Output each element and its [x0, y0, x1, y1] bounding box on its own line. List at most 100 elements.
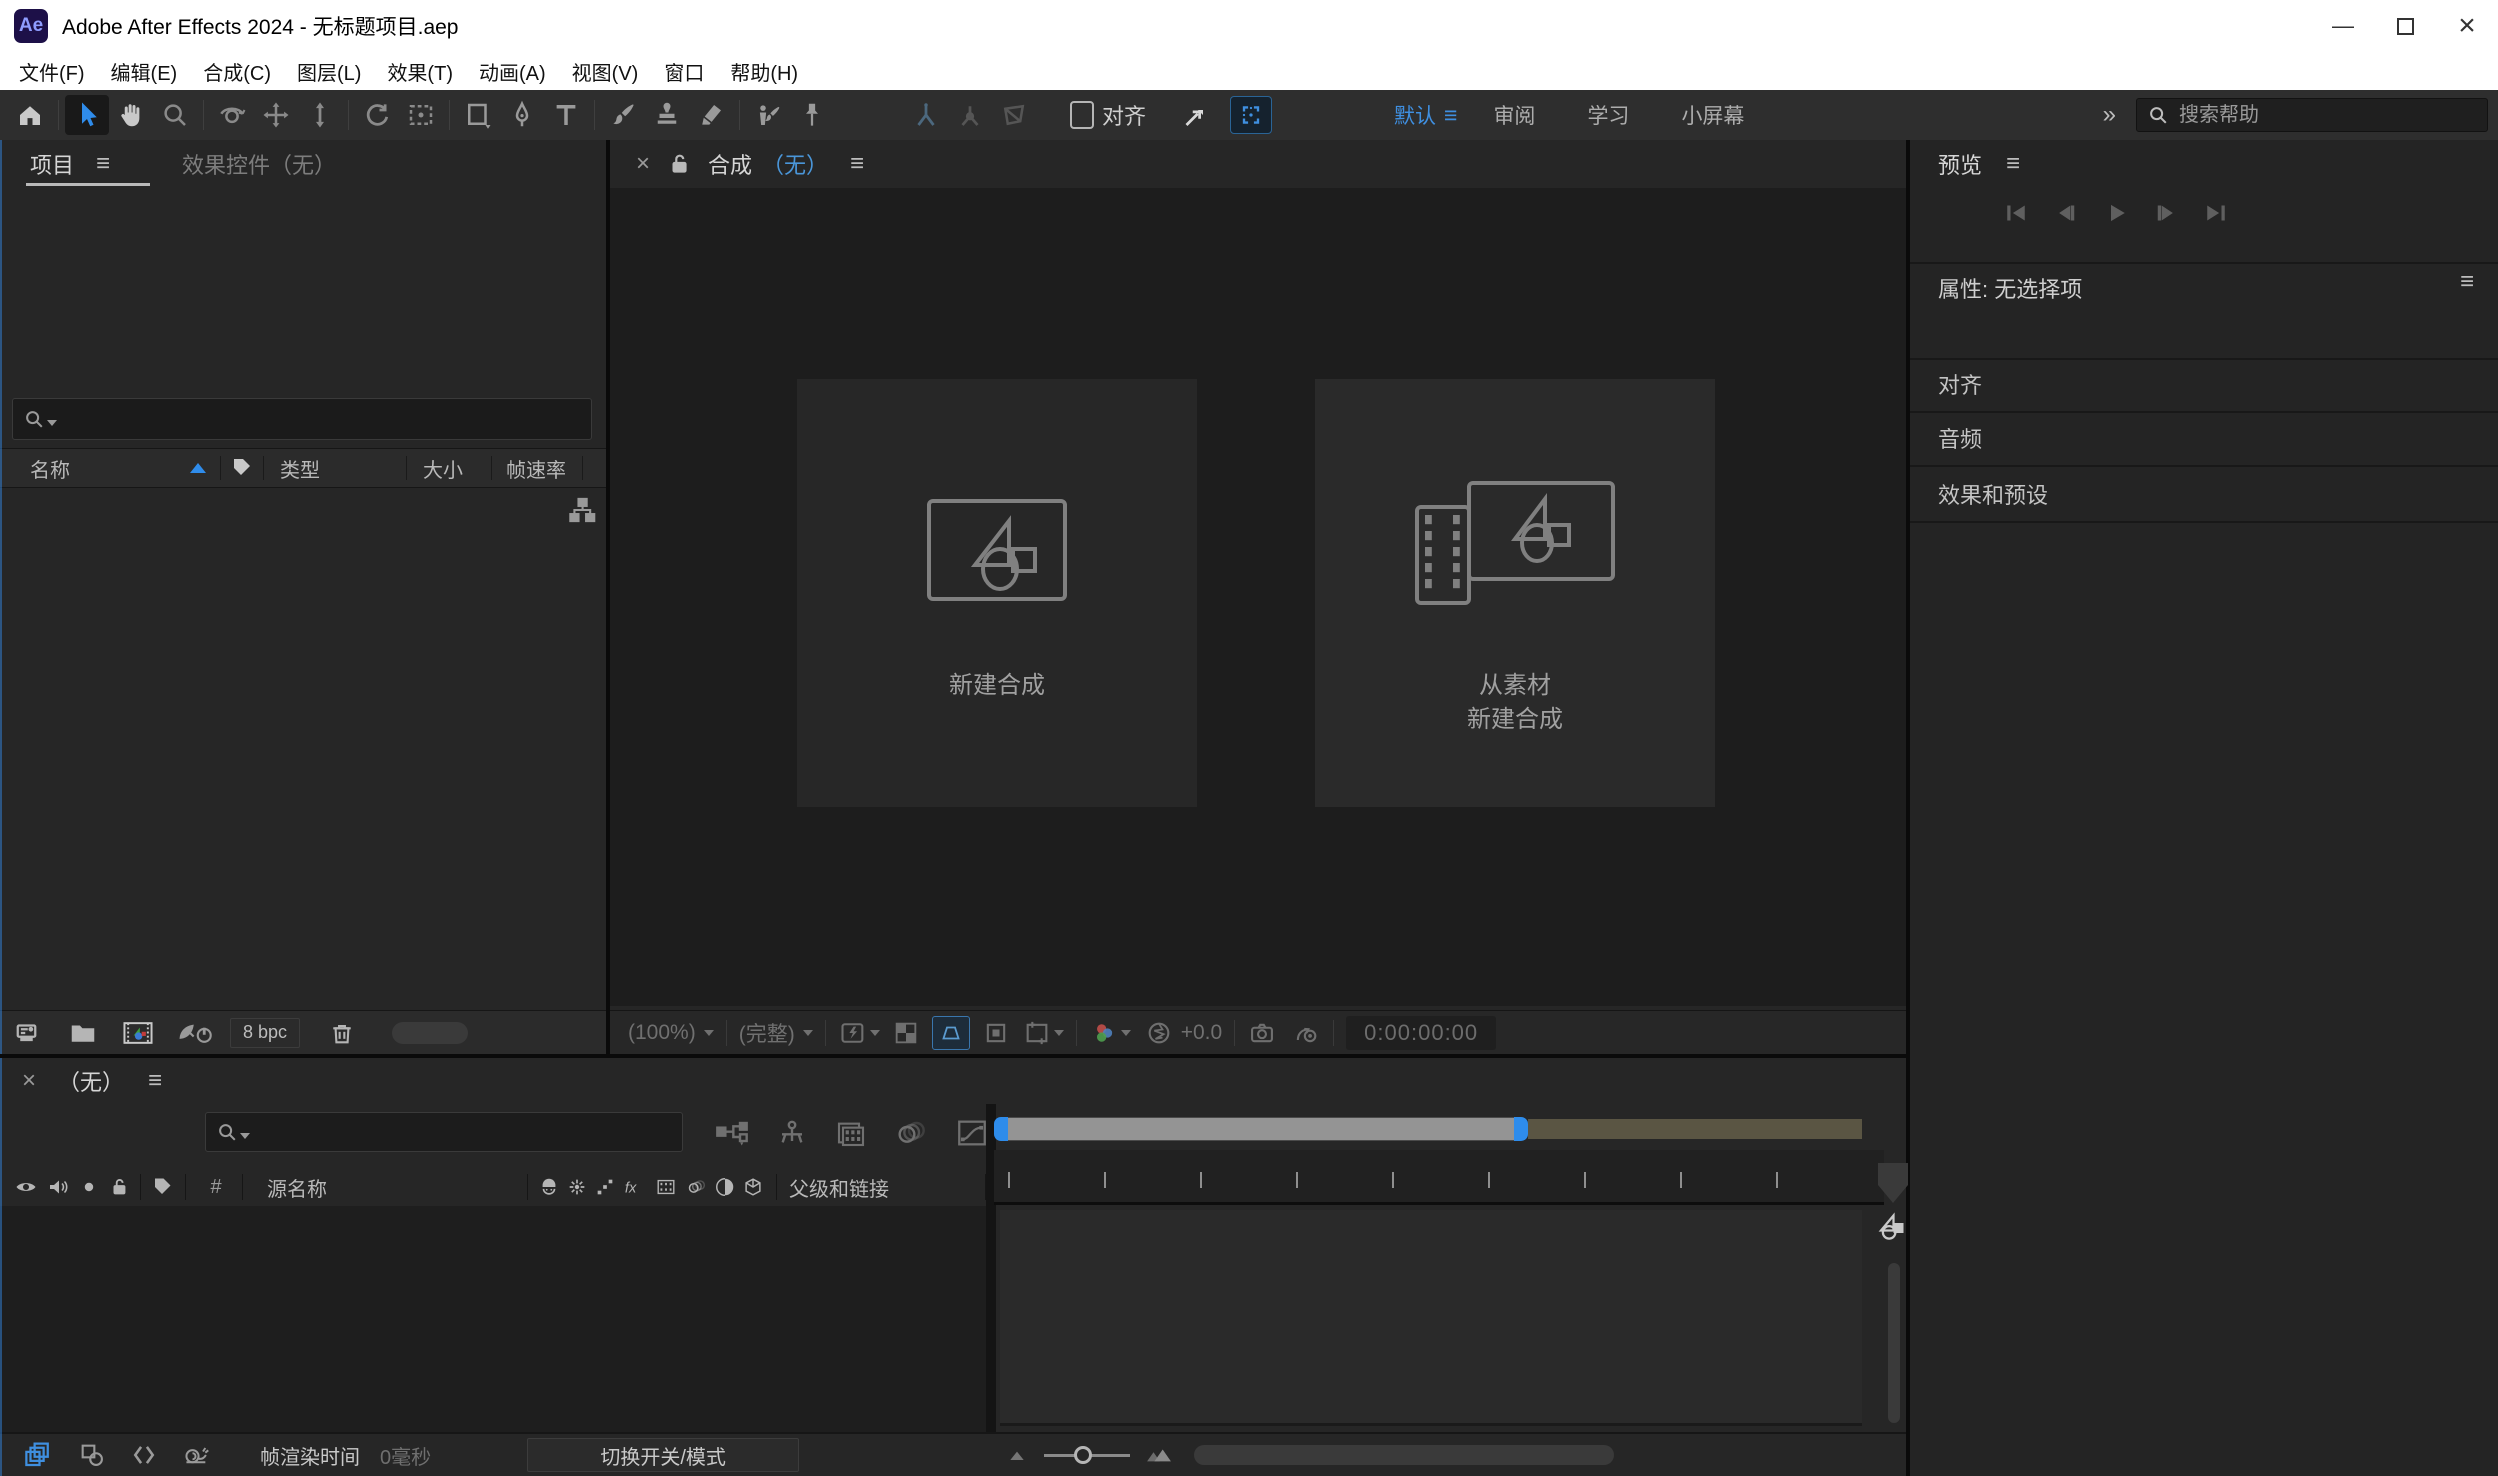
adjustment-layer-icon[interactable]	[714, 1176, 736, 1198]
pen-tool-button[interactable]	[500, 95, 544, 135]
region-of-interest-button[interactable]	[982, 1019, 1010, 1047]
mask-visibility-button[interactable]	[932, 1016, 970, 1050]
zoom-out-mountain-icon[interactable]	[1006, 1445, 1028, 1465]
menu-view[interactable]: 视图(V)	[559, 57, 652, 86]
new-composition-card[interactable]: 新建合成	[797, 379, 1197, 807]
next-frame-button[interactable]	[2148, 198, 2184, 228]
help-search-input[interactable]	[2179, 104, 2477, 127]
comp-mini-flowchart-button[interactable]	[714, 1117, 750, 1149]
render-engine-button[interactable]	[176, 1018, 216, 1048]
snap-options-button[interactable]	[1230, 96, 1272, 134]
exposure-value[interactable]: +0.0	[1181, 1021, 1222, 1045]
resolution-select[interactable]: (完整)	[739, 1018, 813, 1048]
timeline-horizontal-scrollbar[interactable]	[1194, 1445, 1614, 1465]
timeline-search-box[interactable]	[205, 1112, 683, 1152]
quality-icon[interactable]	[594, 1176, 616, 1198]
play-button[interactable]	[2098, 198, 2134, 228]
toggle-switches-modes-button[interactable]: 切换开关/模式	[527, 1438, 799, 1472]
view-axis-mode-button[interactable]	[992, 95, 1036, 135]
frame-blending-button[interactable]	[834, 1117, 868, 1149]
help-search-box[interactable]	[2136, 98, 2488, 132]
clone-stamp-tool-button[interactable]	[645, 95, 689, 135]
transfer-controls-button[interactable]	[78, 1441, 106, 1469]
timeline-tab-title[interactable]: （无）	[58, 1065, 124, 1097]
tab-preview[interactable]: 预览	[1938, 148, 1982, 180]
label-column-icon[interactable]	[151, 1175, 175, 1199]
work-area-bar[interactable]	[1528, 1119, 1862, 1139]
render-time-button[interactable]	[180, 1441, 212, 1469]
timeline-search-input[interactable]	[256, 1121, 672, 1144]
first-frame-button[interactable]	[1998, 198, 2034, 228]
search-dropdown-icon[interactable]	[47, 420, 57, 426]
menu-edit[interactable]: 编辑(E)	[98, 57, 191, 86]
menu-composition[interactable]: 合成(C)	[190, 57, 284, 86]
grid-guides-button[interactable]	[1022, 1019, 1064, 1047]
orbit-camera-tool-button[interactable]	[210, 95, 254, 135]
comp-timecode[interactable]: 0:00:00:00	[1346, 1016, 1496, 1050]
menu-window[interactable]: 窗口	[651, 57, 717, 86]
zoom-in-mountains-icon[interactable]	[1144, 1444, 1174, 1466]
menu-animation[interactable]: 动画(A)	[466, 57, 559, 86]
project-search-box[interactable]	[12, 398, 592, 440]
project-scrollbar[interactable]	[392, 1022, 468, 1044]
in-out-duration-button[interactable]	[130, 1441, 158, 1469]
properties-panel-menu-icon[interactable]: ≡	[2460, 268, 2474, 296]
column-type[interactable]: 类型	[264, 449, 406, 487]
workspace-tab-review[interactable]: 审阅	[1493, 100, 1535, 130]
eraser-tool-button[interactable]	[689, 95, 733, 135]
fast-preview-button[interactable]	[838, 1019, 880, 1047]
rotate-tool-button[interactable]	[355, 95, 399, 135]
comp-tab-none[interactable]: （无）	[762, 148, 828, 180]
timeline-track-area[interactable]	[1000, 1210, 1862, 1426]
magnification-select[interactable]: (100%)	[628, 1021, 714, 1045]
dolly-camera-tool-button[interactable]	[298, 95, 342, 135]
timeline-zoom-slider[interactable]	[1044, 1454, 1130, 1457]
section-audio[interactable]: 音频	[1938, 422, 1982, 454]
workspace-tab-default[interactable]: 默认	[1394, 100, 1436, 130]
camera-tool-button[interactable]	[399, 95, 443, 135]
text-tool-button[interactable]	[544, 95, 588, 135]
new-comp-from-footage-card[interactable]: 从素材 新建合成	[1315, 379, 1715, 807]
parent-link-column[interactable]: 父级和链接	[789, 1173, 985, 1202]
column-label[interactable]	[221, 449, 263, 487]
video-column-icon[interactable]	[14, 1175, 38, 1199]
show-snapshot-button[interactable]	[1291, 1019, 1321, 1047]
tab-project[interactable]: 项目	[30, 148, 74, 180]
puppet-pin-tool-button[interactable]	[790, 95, 834, 135]
zoom-tool-button[interactable]	[153, 95, 197, 135]
menu-layer[interactable]: 图层(L)	[284, 57, 374, 86]
index-column[interactable]: #	[196, 1176, 236, 1199]
project-panel-menu-icon[interactable]: ≡	[96, 150, 110, 178]
pan-camera-tool-button[interactable]	[254, 95, 298, 135]
interpret-footage-button[interactable]	[14, 1018, 44, 1048]
timeline-panel-menu-icon[interactable]: ≡	[148, 1067, 162, 1095]
project-flowchart-button[interactable]	[568, 496, 596, 524]
snapshot-button[interactable]	[1247, 1019, 1277, 1047]
exposure-reset-button[interactable]	[1145, 1019, 1173, 1047]
close-button[interactable]: ×	[2436, 0, 2498, 52]
sort-ascending-icon[interactable]	[190, 463, 206, 473]
section-effects-presets[interactable]: 效果和预设	[1938, 478, 2048, 510]
collapse-transformations-icon[interactable]	[566, 1176, 588, 1198]
column-fps[interactable]: 帧速率	[492, 449, 582, 487]
project-depth-button[interactable]: 8 bpc	[230, 1018, 300, 1048]
workspace-tab-small-screen[interactable]: 小屏幕	[1681, 100, 1744, 130]
3d-layer-icon[interactable]	[742, 1176, 764, 1198]
workspace-tab-learn[interactable]: 学习	[1587, 100, 1629, 130]
preview-panel-menu-icon[interactable]: ≡	[2006, 150, 2020, 178]
layer-list-area[interactable]	[0, 1206, 986, 1432]
fx-icon[interactable]: fx	[622, 1176, 648, 1198]
rectangle-tool-button[interactable]	[456, 95, 500, 135]
audio-column-icon[interactable]	[46, 1175, 70, 1199]
minimize-button[interactable]: —	[2312, 0, 2374, 52]
shy-icon[interactable]	[538, 1176, 560, 1198]
search-dropdown-icon[interactable]	[240, 1133, 250, 1139]
graph-editor-button[interactable]	[954, 1116, 990, 1150]
mask-edge-arrow-button[interactable]	[1172, 95, 1216, 135]
comp-button[interactable]	[1872, 1208, 1910, 1248]
draft-3d-button[interactable]	[776, 1117, 808, 1149]
transparency-grid-button[interactable]	[892, 1019, 920, 1047]
timeline-tab-close-icon[interactable]: ×	[22, 1067, 36, 1095]
motion-blur-column-icon[interactable]	[684, 1176, 708, 1198]
delete-button[interactable]	[328, 1019, 356, 1047]
